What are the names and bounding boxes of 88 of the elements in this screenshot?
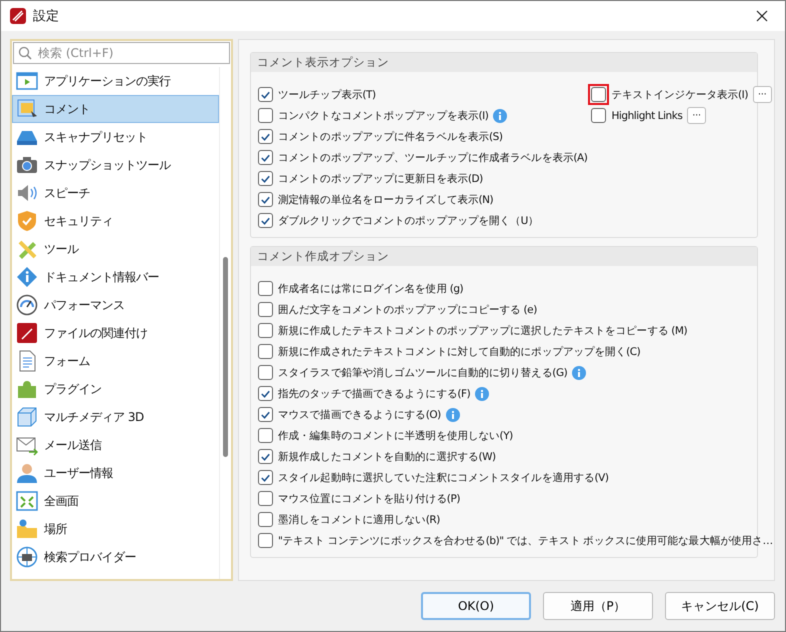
option-label: ツールチップ表示(T): [278, 88, 376, 102]
option-label: 新規作成したコメントを自動的に選択する(W): [278, 450, 496, 464]
sidebar-item[interactable]: 全画面: [12, 487, 219, 515]
more-button[interactable]: ···: [752, 86, 772, 103]
group-header: コメント作成オプション: [251, 247, 757, 266]
sidebar-item[interactable]: ドキュメント情報バー: [12, 263, 219, 291]
checkbox[interactable]: [258, 171, 273, 186]
sidebar-item[interactable]: ユーザー情報: [12, 459, 219, 487]
sidebar-item[interactable]: ファイルの関連付け: [12, 319, 219, 347]
sidebar-item[interactable]: コメント: [12, 95, 219, 123]
checkbox[interactable]: [258, 302, 273, 317]
checkbox[interactable]: [258, 213, 273, 228]
pencil-ruler-icon: [16, 238, 38, 260]
more-button[interactable]: ···: [687, 107, 706, 124]
folder-pin-icon: [16, 518, 38, 540]
checkbox[interactable]: [258, 470, 273, 485]
checkbox[interactable]: [258, 129, 273, 144]
sidebar-item[interactable]: 場所: [12, 515, 219, 543]
option-label: 作成・編集時のコメントに半透明を使用しない(Y): [278, 428, 513, 442]
shield-icon: [16, 210, 38, 232]
option-label: コンパクトなコメントポップアップを表示(I): [278, 108, 488, 122]
comment-icon: [16, 98, 38, 120]
window-play-icon: [16, 70, 38, 92]
checkbox[interactable]: [258, 323, 273, 338]
sidebar-item[interactable]: スピーチ: [12, 179, 219, 207]
search-input[interactable]: 検索 (Ctrl+F): [36, 45, 225, 61]
checkbox[interactable]: [258, 281, 273, 296]
checkbox[interactable]: [258, 150, 273, 165]
checkbox[interactable]: [258, 192, 273, 207]
option-label: マウス位置にコメントを貼り付ける(P): [278, 492, 460, 506]
option-label: スタイル起動時に選択していた注釈にコメントスタイルを適用する(V): [278, 470, 609, 484]
sidebar-item[interactable]: セキュリティ: [12, 207, 219, 235]
checkbox[interactable]: [258, 344, 273, 359]
camera-icon: [16, 154, 38, 176]
checkbox[interactable]: [258, 87, 273, 102]
checkbox[interactable]: [258, 428, 273, 443]
checkbox[interactable]: [258, 533, 273, 548]
option-label: マウスで描画できるようにする(O): [278, 408, 441, 422]
sidebar-item[interactable]: ツール: [12, 235, 219, 263]
search-icon: [18, 46, 32, 60]
sidebar-item[interactable]: スキャナプリセット: [12, 123, 219, 151]
user-silhouette-icon: [16, 462, 38, 484]
sidebar-item[interactable]: フォーム: [12, 347, 219, 375]
gauge-icon: [16, 294, 38, 316]
option-label: ダブルクリックでコメントのポップアップを開く（U）: [278, 214, 538, 228]
sidebar-item[interactable]: プラグイン: [12, 375, 219, 403]
option-label: テキストインジケータ表示(I): [611, 88, 748, 102]
option-label: コメントのポップアップに件名ラベルを表示(S): [278, 130, 503, 144]
checkbox[interactable]: [258, 491, 273, 506]
checkbox[interactable]: [591, 108, 606, 123]
sidebar-item[interactable]: マルチメディア 3D: [12, 403, 219, 431]
pdf-file-icon: [16, 322, 38, 344]
app-logo-icon: [9, 7, 27, 25]
sidebar-item[interactable]: スナップショットツール: [12, 151, 219, 179]
checkbox[interactable]: [258, 386, 273, 401]
option-label: 墨消しをコメントに適用しない(R): [278, 512, 440, 526]
checkbox[interactable]: [258, 365, 273, 380]
fullscreen-icon: [16, 490, 38, 512]
search-field[interactable]: 検索 (Ctrl+F): [13, 42, 230, 64]
checkbox[interactable]: [258, 449, 273, 464]
sidebar-item[interactable]: メール送信: [12, 431, 219, 459]
group-header: コメント表示オプション: [251, 53, 757, 72]
option-label: スタイラスで鉛筆や消しゴムツールに自動的に切り替える(G): [278, 366, 568, 380]
sidebar-item[interactable]: 検索プロバイダー: [12, 543, 219, 571]
option-label: 測定情報の単位名をローカライズして表示(N): [278, 192, 494, 206]
window-title: 設定: [33, 8, 59, 25]
globe-binoculars-icon: [16, 546, 38, 568]
option-label: "テキスト コンテンツにボックスを合わせる(b)" では、テキスト ボックスに使用可能な最大幅が使用さ…: [278, 534, 773, 548]
option-label: Highlight Links: [611, 110, 682, 122]
option-label: 新規に作成したテキストコメントのポップアップに選択したテキストをコピーする (M): [278, 324, 688, 338]
option-label: コメントのポップアップに更新日を表示(D): [278, 172, 483, 186]
dialog-button[interactable]: 適用（P）: [543, 592, 653, 620]
option-label: 新規に作成されたテキストコメントに対して自動的にポップアップを開く(C): [278, 344, 640, 358]
puzzle-piece-icon: [16, 378, 38, 400]
option-label: 囲んだ文字をコメントのポップアップにコピーする (e): [278, 302, 537, 316]
cube-icon: [16, 406, 38, 428]
option-label: 作成者名には常にログイン名を使用 (g): [278, 282, 464, 296]
info-diamond-icon: [16, 266, 38, 288]
speaker-icon: [16, 182, 38, 204]
checkbox[interactable]: [258, 108, 273, 123]
sidebar-item[interactable]: パフォーマンス: [12, 291, 219, 319]
dialog-button[interactable]: OK(O): [421, 592, 531, 620]
checkbox[interactable]: [258, 407, 273, 422]
sidebar-item[interactable]: アプリケーションの実行: [12, 67, 219, 95]
option-label: コメントのポップアップ、ツールチップに作成者ラベルを表示(A): [278, 150, 588, 164]
option-label: 指先のタッチで描画できるようにする(F): [278, 386, 470, 400]
dialog-button[interactable]: キャンセル(C): [665, 592, 775, 620]
checkbox[interactable]: [258, 512, 273, 527]
